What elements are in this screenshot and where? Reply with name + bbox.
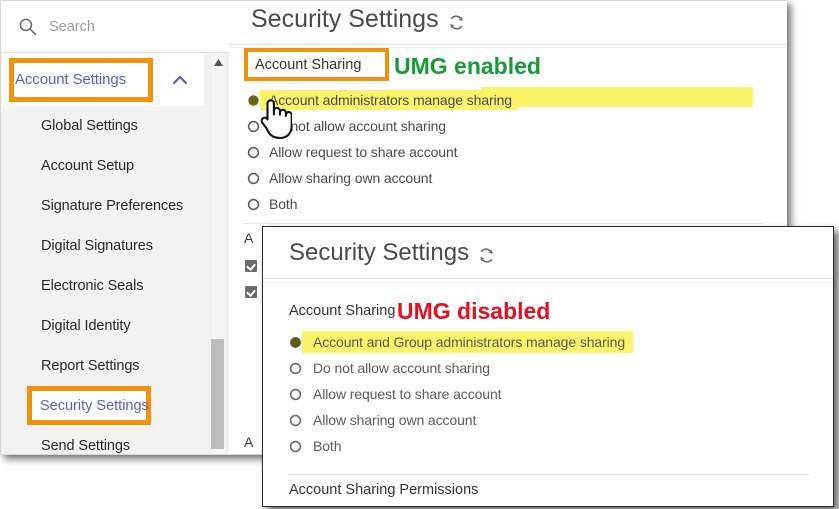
radio-group-account-sharing: Account administrators manage sharing Do…	[247, 87, 767, 217]
sidebar-item-digital-identity[interactable]: Digital Identity	[1, 306, 204, 346]
radio-unselected-icon	[289, 388, 302, 400]
popup-title: Security Settings	[289, 239, 495, 267]
radio-option-account-and-group-administrators-manage-sharing[interactable]: Account and Group administrators manage …	[289, 329, 809, 355]
sidebar-item-signature-preferences[interactable]: Signature Preferences	[1, 186, 204, 226]
radio-unselected-icon	[247, 198, 260, 210]
checkbox-icon[interactable]	[245, 286, 257, 298]
page-title: Security Settings	[251, 5, 465, 34]
sidebar-item-label: Global Settings	[41, 118, 138, 134]
highlight-box-account-sharing: Account Sharing	[244, 48, 389, 81]
radio-option-label: Allow sharing own account	[269, 170, 433, 186]
popup-radio-group-account-sharing: Account and Group administrators manage …	[289, 329, 809, 459]
radio-option-label: Account and Group administrators manage …	[302, 331, 634, 353]
chevron-up-icon[interactable]	[172, 75, 188, 85]
radio-option-both[interactable]: Both	[289, 433, 809, 459]
radio-selected-icon	[290, 336, 301, 348]
radio-option-label: Do not allow account sharing	[269, 118, 446, 134]
radio-selected-icon	[248, 94, 259, 106]
search-icon	[19, 18, 37, 36]
scroll-up-arrow-icon[interactable]	[211, 55, 225, 70]
radio-unselected-icon	[247, 172, 260, 184]
radio-unselected-icon	[289, 414, 302, 426]
sidebar-item-label: Electronic Seals	[41, 278, 144, 294]
title-divider	[229, 44, 787, 45]
radio-option-allow-request-to-share-account[interactable]: Allow request to share account	[289, 381, 809, 407]
radio-unselected-icon	[247, 146, 260, 158]
sidebar-item-label: Send Settings	[41, 438, 130, 454]
popup-section-label-account-sharing-permissions: Account Sharing Permissions	[289, 482, 479, 498]
highlight-box-account-settings	[9, 58, 153, 102]
sidebar-item-security-settings-label: Security Settings	[40, 398, 149, 414]
radio-option-both[interactable]: Both	[247, 191, 767, 217]
radio-unselected-icon	[289, 362, 302, 374]
occluded-label-account-sharing-permissions: A	[244, 230, 254, 246]
radio-option-label: Both	[269, 196, 298, 212]
refresh-icon[interactable]	[448, 14, 465, 31]
sidebar-scrollbar-thumb[interactable]	[211, 339, 224, 449]
sidebar-item-label: Report Settings	[41, 358, 140, 374]
radio-option-label: Allow request to share account	[313, 386, 502, 402]
radio-option-label: Do not allow account sharing	[313, 360, 490, 376]
sidebar-item-report-settings[interactable]: Report Settings	[1, 346, 204, 386]
radio-option-allow-request-to-share-account[interactable]: Allow request to share account	[247, 139, 767, 165]
checkbox-icon[interactable]	[245, 260, 257, 272]
search-bar[interactable]	[1, 1, 229, 53]
popup-section-label-account-sharing: Account Sharing	[289, 303, 396, 319]
radio-option-allow-sharing-own-account[interactable]: Allow sharing own account	[289, 407, 809, 433]
sidebar-item-digital-signatures[interactable]: Digital Signatures	[1, 226, 204, 266]
popup-window: Security Settings Account Sharing UMG di…	[262, 226, 834, 507]
sidebar-item-label: Signature Preferences	[41, 198, 184, 214]
sidebar-item-account-setup[interactable]: Account Setup	[1, 146, 204, 186]
radio-option-do-not-allow-account-sharing[interactable]: Do not allow account sharing	[289, 355, 809, 381]
occluded-label-secondary: A	[244, 434, 254, 450]
highlight-box-security-settings[interactable]: Security Settings	[27, 386, 151, 425]
sidebar-item-send-settings[interactable]: Send Settings	[1, 426, 204, 454]
section-label-account-sharing: Account Sharing	[255, 57, 362, 73]
radio-option-label: Both	[313, 438, 342, 454]
page-title-text: Security Settings	[251, 5, 439, 33]
radio-option-do-not-allow-account-sharing[interactable]: Do not allow account sharing	[247, 113, 767, 139]
popup-section-divider	[289, 474, 809, 475]
screenshot-root: Account Settings Global Settings Account…	[0, 0, 839, 509]
radio-option-allow-sharing-own-account[interactable]: Allow sharing own account	[247, 165, 767, 191]
sidebar: Account Settings Global Settings Account…	[1, 1, 229, 454]
triangle-up-icon	[213, 59, 223, 66]
sidebar-item-label: Digital Identity	[41, 318, 131, 334]
sidebar-item-label: Digital Signatures	[41, 238, 153, 254]
radio-unselected-icon	[289, 440, 302, 452]
sidebar-item-label: Account Setup	[41, 158, 135, 174]
radio-option-label: Account administrators manage sharing	[260, 90, 518, 110]
sidebar-item-electronic-seals[interactable]: Electronic Seals	[1, 266, 204, 306]
radio-unselected-icon	[247, 120, 260, 132]
refresh-icon[interactable]	[478, 247, 495, 264]
annotation-umg-disabled: UMG disabled	[397, 298, 551, 324]
section-divider	[243, 223, 763, 224]
sidebar-item-global-settings[interactable]: Global Settings	[1, 106, 204, 146]
search-input[interactable]	[49, 18, 199, 35]
popup-title-divider	[263, 278, 833, 279]
popup-title-text: Security Settings	[289, 239, 470, 266]
radio-option-account-administrators-manage-sharing[interactable]: Account administrators manage sharing	[247, 87, 767, 113]
popup-title-divider-secondary	[263, 282, 833, 283]
radio-option-label: Allow sharing own account	[313, 412, 477, 428]
annotation-umg-enabled: UMG enabled	[394, 53, 541, 79]
radio-option-label: Allow request to share account	[269, 144, 458, 160]
